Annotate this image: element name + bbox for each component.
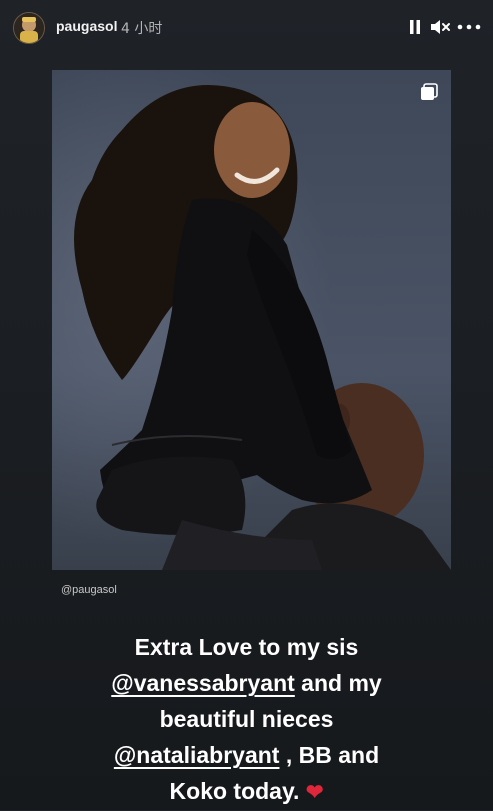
avatar[interactable]: [13, 12, 45, 44]
gallery-button[interactable]: [420, 83, 438, 101]
caption-text: Koko today.: [169, 778, 300, 804]
mute-button[interactable]: [429, 17, 451, 37]
avatar-image: [14, 13, 44, 43]
gallery-icon: [421, 83, 438, 100]
more-icon: [457, 24, 481, 30]
pause-icon: [410, 20, 420, 34]
caption-text: and my: [294, 670, 382, 696]
timestamp: 4 小时: [121, 21, 163, 37]
caption-line-1: Extra Love to my sis: [134, 634, 359, 660]
mention-vanessabryant[interactable]: @vanessabryant: [111, 670, 295, 696]
story-caption: Extra Love to my sis @vanessabryant and …: [30, 629, 463, 811]
caption-line-4: @nataliabryant , BB and: [30, 737, 463, 773]
caption-line-5: Koko today. ❤: [30, 773, 463, 811]
mute-icon: [431, 20, 450, 34]
photo-illustration: [52, 70, 451, 570]
heart-icon: ❤: [305, 781, 324, 804]
post-credit[interactable]: @paugasol: [61, 584, 117, 596]
mention-nataliabryant[interactable]: @nataliabryant: [114, 742, 280, 768]
story-header: paugasol 4 小时: [0, 0, 493, 56]
caption-text: , BB and: [279, 742, 380, 768]
username[interactable]: paugasol: [56, 18, 117, 34]
caption-line-3: beautiful nieces: [159, 706, 334, 732]
caption-line-2: @vanessabryant and my: [30, 665, 463, 701]
pause-button[interactable]: [408, 17, 422, 37]
shared-post-image[interactable]: [52, 70, 451, 570]
more-button[interactable]: [456, 17, 482, 37]
